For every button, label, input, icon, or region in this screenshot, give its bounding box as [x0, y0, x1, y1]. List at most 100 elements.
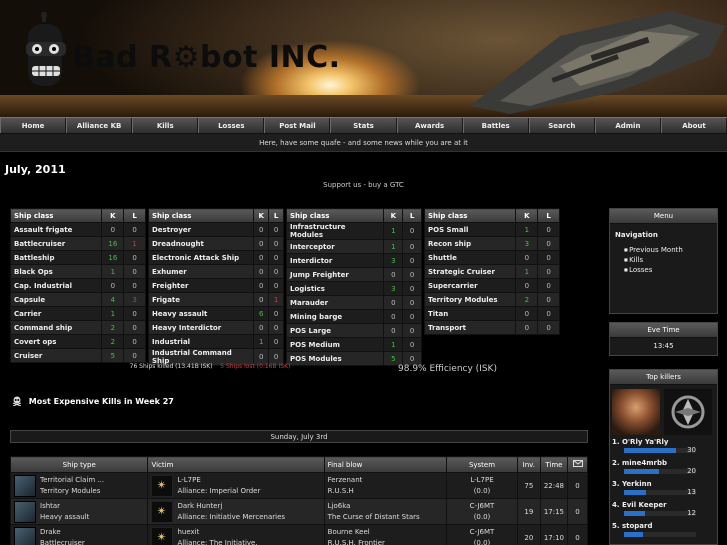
ship-class-name[interactable]: Freighter: [147, 278, 255, 293]
ship-thumbnail-icon[interactable]: [14, 526, 36, 545]
ship-class-name[interactable]: Marauder: [285, 295, 385, 310]
ship-class-name[interactable]: Industrial: [147, 334, 255, 349]
system-name[interactable]: L-L7PE: [470, 476, 493, 484]
nav-about[interactable]: About: [660, 118, 727, 133]
menu-link-previous-month[interactable]: Previous Month: [624, 245, 712, 255]
nav-stats[interactable]: Stats: [330, 118, 397, 133]
system-name[interactable]: C-J6MT: [470, 528, 495, 536]
col-victim[interactable]: Victim: [147, 456, 325, 473]
menu-link-losses[interactable]: Losses: [624, 265, 712, 275]
ship-class-name[interactable]: Exhumer: [147, 264, 255, 279]
ship-class-name[interactable]: Shuttle: [423, 250, 517, 265]
col-ship-type[interactable]: Ship type: [9, 456, 149, 473]
nav-post-mail[interactable]: Post Mail: [264, 118, 331, 133]
ship-class-name[interactable]: Heavy Interdictor: [147, 320, 255, 335]
col-system[interactable]: System: [446, 456, 518, 473]
ship-class-name[interactable]: Titan: [423, 306, 517, 321]
system-name[interactable]: C-J6MT: [470, 502, 495, 510]
ship-class-name[interactable]: Cap. Industrial: [9, 278, 103, 293]
ship-class-name[interactable]: Interdictor: [285, 253, 385, 268]
victim-name[interactable]: huexit: [177, 528, 199, 536]
support-link[interactable]: Support us - buy a GTC: [0, 181, 727, 189]
col-losses[interactable]: L: [268, 208, 284, 223]
ship-class-name[interactable]: Electronic Attack Ship: [147, 250, 255, 265]
col-kills[interactable]: K: [515, 208, 539, 223]
ship-class-name[interactable]: Carrier: [9, 306, 103, 321]
ship-class-name[interactable]: Black Ops: [9, 264, 103, 279]
col-losses[interactable]: L: [402, 208, 422, 223]
ship-class-name[interactable]: Logistics: [285, 281, 385, 296]
victim-name[interactable]: L-L7PE: [177, 476, 200, 484]
ship-class-name[interactable]: Covert ops: [9, 334, 103, 349]
col-ship-class[interactable]: Ship class: [147, 208, 255, 223]
nav-battles[interactable]: Battles: [462, 118, 529, 133]
ship-class-name[interactable]: Infrastructure Modules: [285, 222, 385, 240]
ship-class-name[interactable]: Assault frigate: [9, 222, 103, 237]
nav-home[interactable]: Home: [0, 118, 67, 133]
ship-class-name[interactable]: Destroyer: [147, 222, 255, 237]
ship-class-name[interactable]: Dreadnought: [147, 236, 255, 251]
kill-row[interactable]: Territorial Claim ... Territory Modules L…: [9, 472, 588, 499]
col-final-blow[interactable]: Final blow: [323, 456, 448, 473]
ship-name[interactable]: Ishtar: [40, 502, 60, 510]
ship-class-name[interactable]: Recon ship: [423, 236, 517, 251]
ship-class-name[interactable]: Capsule: [9, 292, 103, 307]
ship-class-name[interactable]: Command ship: [9, 320, 103, 335]
col-time[interactable]: Time: [539, 456, 569, 473]
ship-class-name[interactable]: Battleship: [9, 250, 103, 265]
col-mail[interactable]: [567, 456, 588, 473]
ship-class-name[interactable]: Jump Freighter: [285, 267, 385, 282]
nav-admin[interactable]: Admin: [594, 118, 661, 133]
nav-kills[interactable]: Kills: [132, 118, 199, 133]
corp-logo-icon[interactable]: [664, 389, 712, 435]
nav-alliance-kb[interactable]: Alliance KB: [66, 118, 133, 133]
ship-name[interactable]: Drake: [40, 528, 61, 536]
nav-losses[interactable]: Losses: [198, 118, 265, 133]
victim-alliance[interactable]: Alliance: The Initiative.: [177, 539, 257, 545]
alliance-logo-icon[interactable]: [151, 526, 174, 545]
ship-thumbnail-icon[interactable]: [14, 474, 36, 497]
kill-row[interactable]: Drake Battlecruiser huexit Alliance: The I…: [9, 524, 588, 545]
nav-search[interactable]: Search: [528, 118, 595, 133]
top-killer-name[interactable]: 4. Evil Keeper: [612, 501, 717, 511]
col-kills[interactable]: K: [253, 208, 270, 223]
final-blow-pilot[interactable]: Bourne Keel: [328, 528, 370, 536]
ship-class-name[interactable]: Transport: [423, 320, 517, 335]
alliance-logo-icon[interactable]: [151, 474, 174, 497]
ship-class-name[interactable]: POS Small: [423, 222, 517, 237]
victim-alliance[interactable]: Alliance: Initiative Mercenaries: [177, 513, 285, 521]
top-killer-name[interactable]: 2. mine4mrbb: [612, 459, 717, 469]
ship-class-name[interactable]: Heavy assault: [147, 306, 255, 321]
col-kills[interactable]: K: [101, 208, 125, 223]
top-killer-name[interactable]: 3. Yerkinn: [612, 480, 717, 490]
news-bar[interactable]: Here, have some quafe - and some news wh…: [0, 134, 727, 152]
ship-class-name[interactable]: Interceptor: [285, 239, 385, 254]
col-ship-class[interactable]: Ship class: [285, 208, 385, 223]
col-kills[interactable]: K: [383, 208, 404, 223]
final-blow-pilot[interactable]: Ljo6ka: [328, 502, 351, 510]
kill-row[interactable]: Ishtar Heavy assault Dark Hunterj Alliance…: [9, 498, 588, 525]
site-logo-text[interactable]: Bad R⚙bot INC.: [72, 40, 341, 75]
final-blow-corp[interactable]: R.U.S.H: [328, 487, 354, 495]
ship-class-name[interactable]: Battlecruiser: [9, 236, 103, 251]
final-blow-corp[interactable]: The Curse of Distant Stars: [328, 513, 420, 521]
top-killer-name[interactable]: 5. stopard: [612, 522, 717, 532]
col-involved[interactable]: Inv.: [516, 456, 541, 473]
victim-alliance[interactable]: Alliance: Imperial Order: [177, 487, 260, 495]
col-ship-class[interactable]: Ship class: [423, 208, 517, 223]
col-losses[interactable]: L: [537, 208, 560, 223]
ship-class-name[interactable]: Cruiser: [9, 348, 103, 363]
ship-class-name[interactable]: Territory Modules: [423, 292, 517, 307]
ship-class-name[interactable]: Frigate: [147, 292, 255, 307]
nav-awards[interactable]: Awards: [396, 118, 463, 133]
ship-class-name[interactable]: POS Medium: [285, 337, 385, 352]
ship-class-name[interactable]: Strategic Cruiser: [423, 264, 517, 279]
ship-class-name[interactable]: Mining barge: [285, 309, 385, 324]
ship-thumbnail-icon[interactable]: [14, 500, 36, 523]
ship-class-name[interactable]: Supercarrier: [423, 278, 517, 293]
final-blow-corp[interactable]: R.U.S.H. Frontier: [328, 539, 385, 545]
ship-name[interactable]: Territorial Claim ...: [40, 476, 104, 484]
col-ship-class[interactable]: Ship class: [9, 208, 103, 223]
col-losses[interactable]: L: [123, 208, 146, 223]
robot-logo-icon[interactable]: [22, 12, 72, 92]
